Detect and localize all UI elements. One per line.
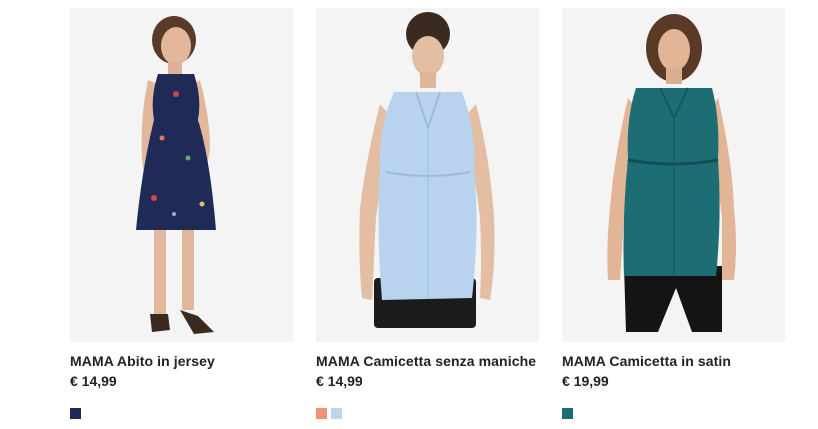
color-swatches [562,408,785,419]
product-name[interactable]: MAMA Abito in jersey [70,352,293,370]
product-image[interactable] [316,8,539,342]
color-swatches [70,408,293,419]
product-photo-teal-top [607,14,736,332]
color-swatch-navy[interactable] [70,408,81,419]
product-grid: MAMA Abito in jersey € 14,99 MAMA Camice… [0,0,818,429]
color-swatches [316,408,539,419]
product-photo-navy-dress [136,16,216,334]
color-swatch-teal[interactable] [562,408,573,419]
product-card[interactable]: MAMA Camicetta senza maniche € 14,99 [316,8,539,419]
product-card[interactable]: MAMA Camicetta in satin € 19,99 [562,8,785,419]
product-price: € 19,99 [562,373,609,389]
color-swatch-coral[interactable] [316,408,327,419]
product-name[interactable]: MAMA Camicetta senza maniche [316,352,539,370]
product-photo-light-blue-top [359,12,495,328]
product-card[interactable]: MAMA Abito in jersey € 14,99 [70,8,293,419]
product-image[interactable] [70,8,293,342]
color-swatch-light-blue[interactable] [331,408,342,419]
product-price: € 14,99 [316,373,363,389]
product-price: € 14,99 [70,373,117,389]
product-image[interactable] [562,8,785,342]
product-name[interactable]: MAMA Camicetta in satin [562,352,785,370]
